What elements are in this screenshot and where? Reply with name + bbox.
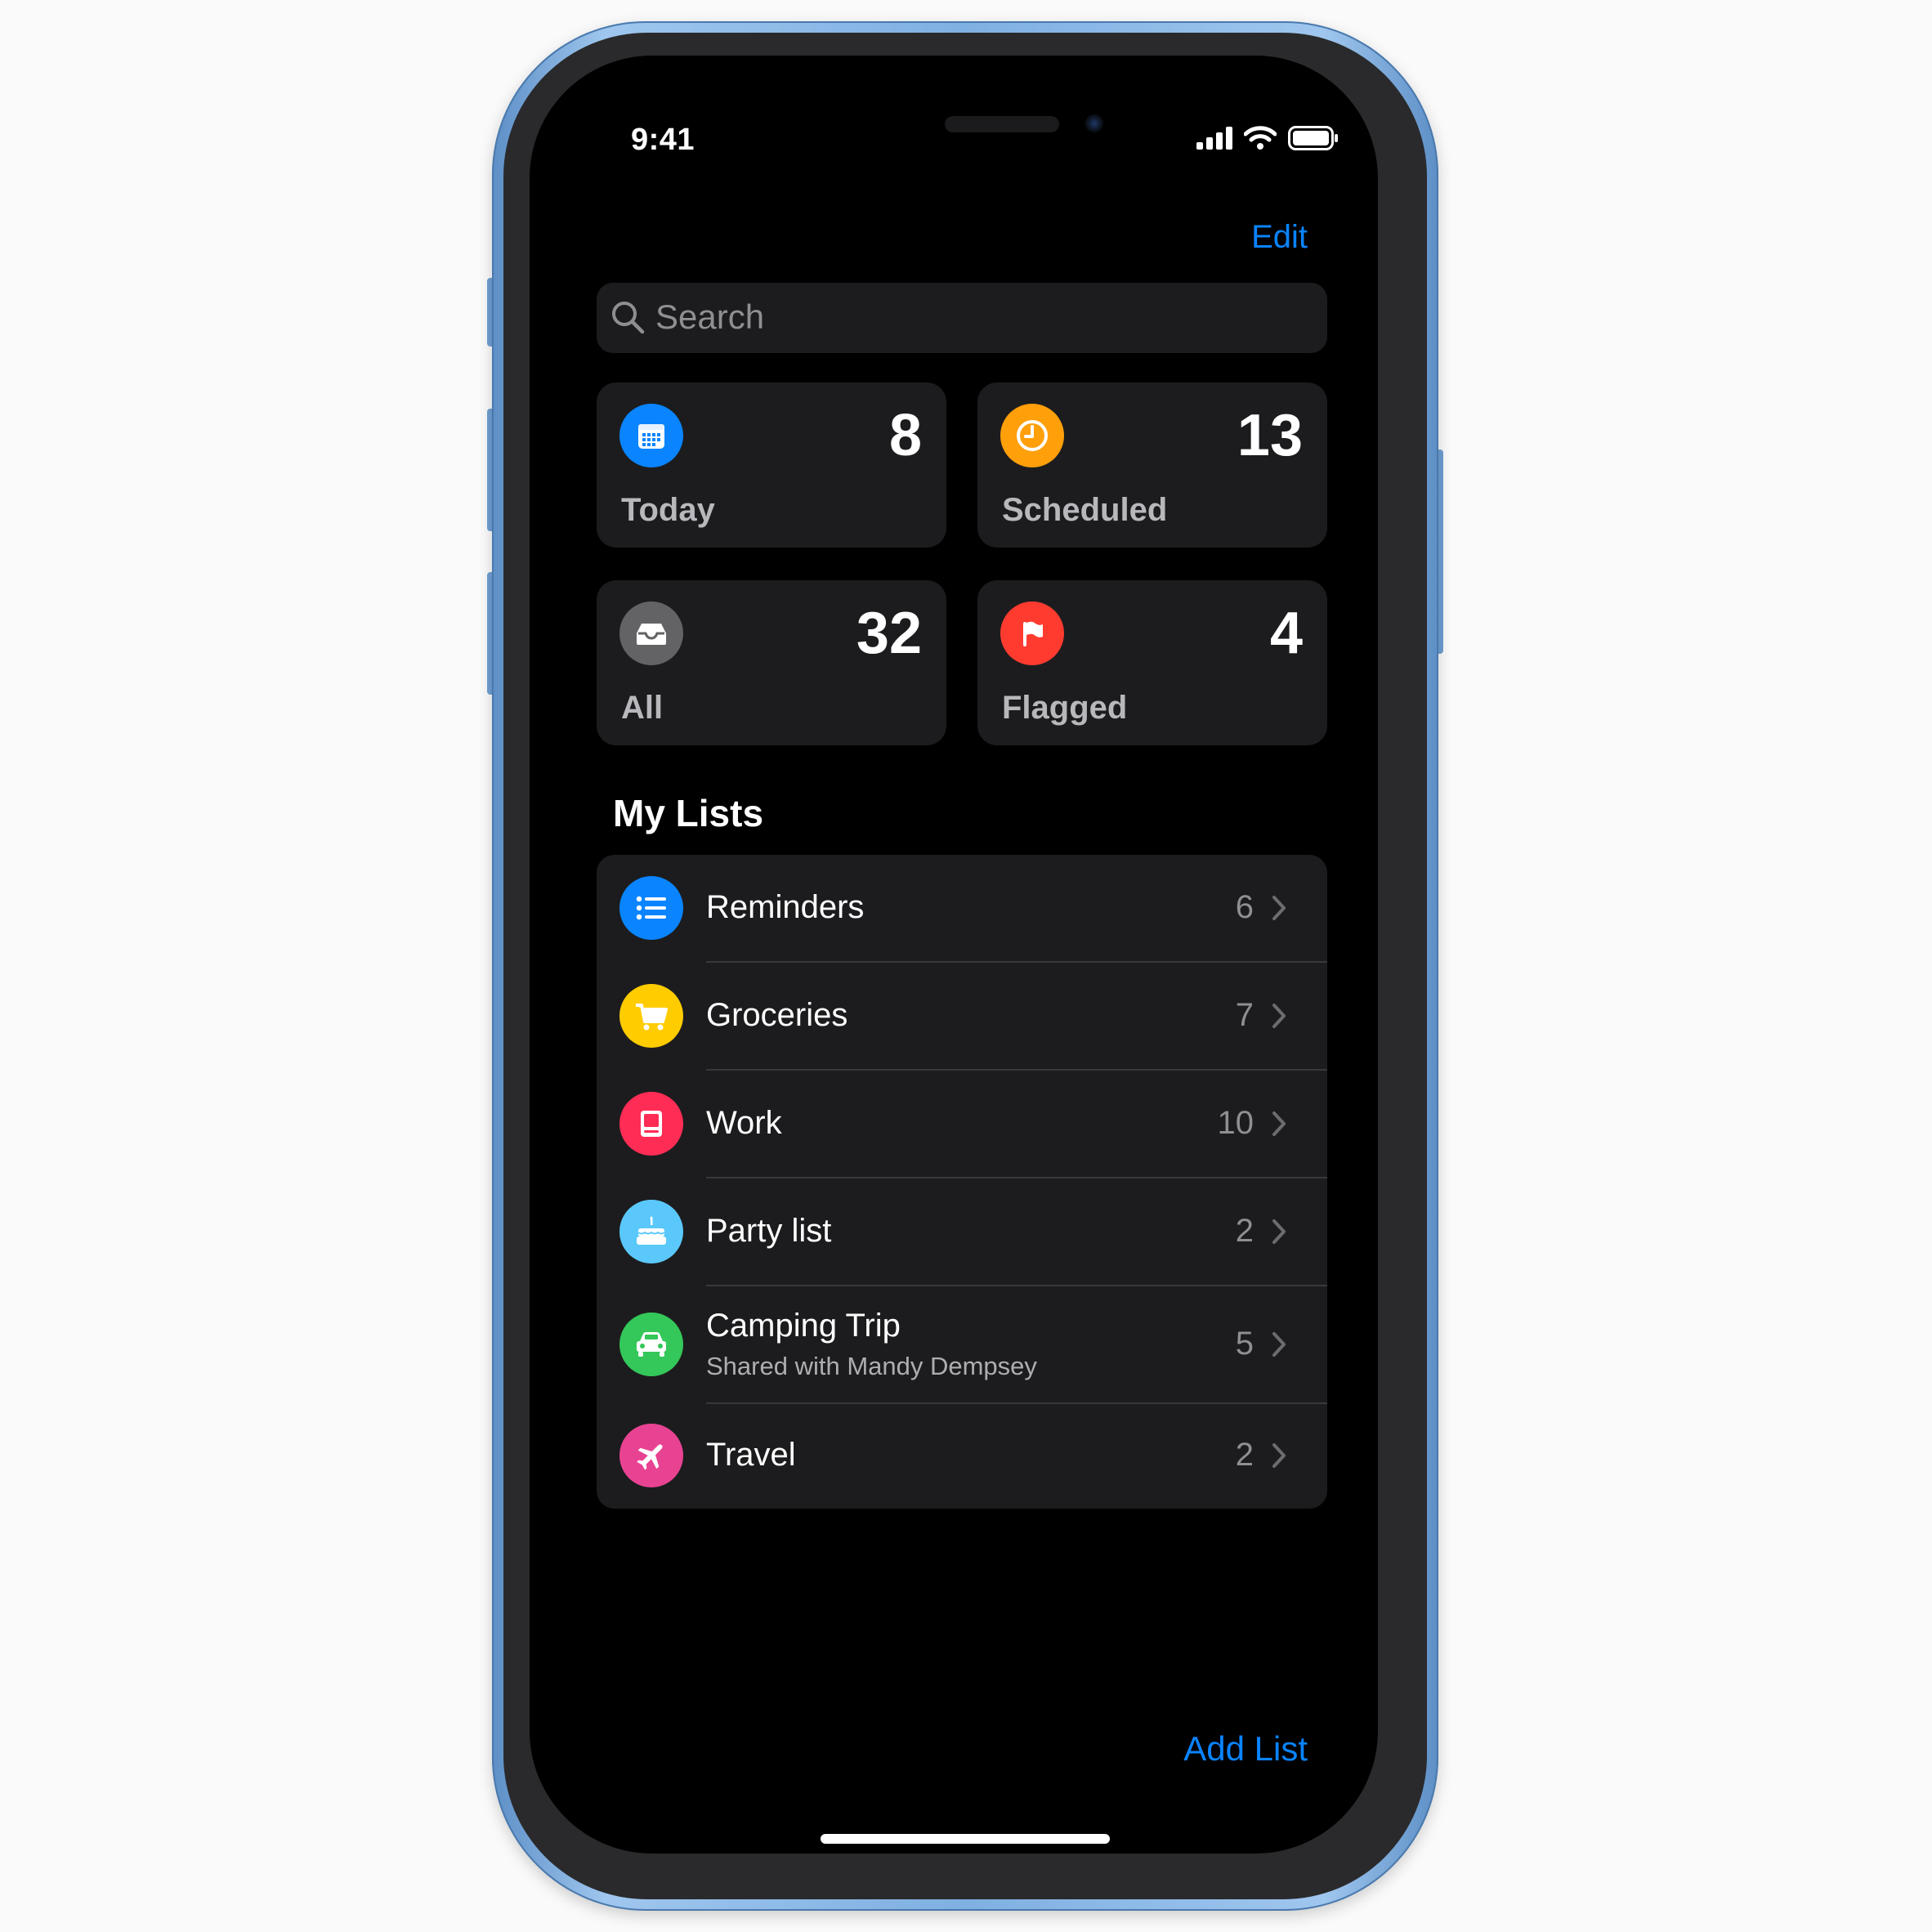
computer-icon [619,1092,683,1156]
list-item-work[interactable]: Work 10 [597,1071,1327,1177]
list-item-reminders[interactable]: Reminders 6 [597,855,1327,961]
front-camera [1085,114,1103,132]
all-count: 32 [856,601,922,666]
chevron-right-icon [1272,1332,1286,1357]
status-icons [1196,126,1339,150]
list-item-count: 10 [1217,1105,1254,1141]
chevron-right-icon [1272,1219,1286,1244]
today-count: 8 [888,403,922,468]
car-icon [619,1313,683,1376]
all-label: All [621,690,664,726]
list-item-count: 7 [1235,997,1254,1033]
list-item-count: 6 [1235,889,1254,925]
flag-icon [1000,602,1064,665]
cellular-signal-icon [1196,127,1232,150]
search-field[interactable]: Search [597,283,1327,353]
list-item-party-list[interactable]: Party list 2 [597,1178,1327,1285]
edit-button[interactable]: Edit [1251,219,1308,256]
my-lists-title: My Lists [613,792,764,834]
wifi-icon [1244,126,1277,150]
list-item-name: Travel [706,1437,796,1473]
stage: 9:41 Edit Search 8 Today 13 Scheduled 32… [0,0,1932,1932]
my-lists-group: Reminders 6 Groceries 7 Work 10 Party li… [597,855,1327,1509]
smart-list-today[interactable]: 8 Today [597,382,946,548]
smart-list-scheduled[interactable]: 13 Scheduled [977,382,1327,548]
list-item-subtitle: Shared with Mandy Dempsey [706,1352,1037,1380]
list-item-name: Work [706,1105,782,1141]
battery-icon [1288,126,1338,150]
smart-list-flagged[interactable]: 4 Flagged [977,580,1327,745]
flagged-label: Flagged [1002,690,1128,726]
search-icon [612,302,645,334]
smart-list-all[interactable]: 32 All [597,580,946,745]
calendar-icon [619,404,683,467]
search-placeholder: Search [655,297,765,336]
list-item-count: 2 [1235,1213,1254,1249]
list-item-name: Reminders [706,889,865,925]
cart-icon [619,984,683,1048]
list-item-name: Party list [706,1213,832,1249]
list-bullet-icon [619,876,683,940]
chevron-right-icon [1272,1443,1286,1468]
list-item-count: 2 [1235,1437,1254,1473]
earpiece-speaker [945,116,1059,132]
phone-frame: 9:41 Edit Search 8 Today 13 Scheduled 32… [492,21,1438,1911]
scheduled-count: 13 [1237,403,1303,468]
list-item-count: 5 [1235,1326,1254,1362]
scheduled-label: Scheduled [1002,492,1168,528]
chevron-right-icon [1272,1111,1286,1136]
list-item-name: Groceries [706,997,848,1033]
chevron-right-icon [1272,1004,1286,1028]
list-item-groceries[interactable]: Groceries 7 [597,963,1327,1069]
list-item-travel[interactable]: Travel 2 [597,1404,1327,1509]
screen: 9:41 Edit Search 8 Today 13 Scheduled 32… [530,56,1378,1854]
clock-icon [1000,404,1064,467]
list-item-name: Camping Trip [706,1308,901,1344]
flagged-count: 4 [1269,601,1303,666]
chevron-right-icon [1272,896,1286,920]
tray-icon [619,602,683,665]
add-list-button[interactable]: Add List [1183,1729,1308,1769]
cake-icon [619,1200,683,1263]
today-label: Today [621,492,715,528]
status-time: 9:41 [631,123,695,157]
home-indicator[interactable] [821,1834,1110,1844]
airplane-icon [619,1424,683,1487]
list-item-camping-trip[interactable]: Camping Trip Shared with Mandy Dempsey 5 [597,1286,1327,1402]
